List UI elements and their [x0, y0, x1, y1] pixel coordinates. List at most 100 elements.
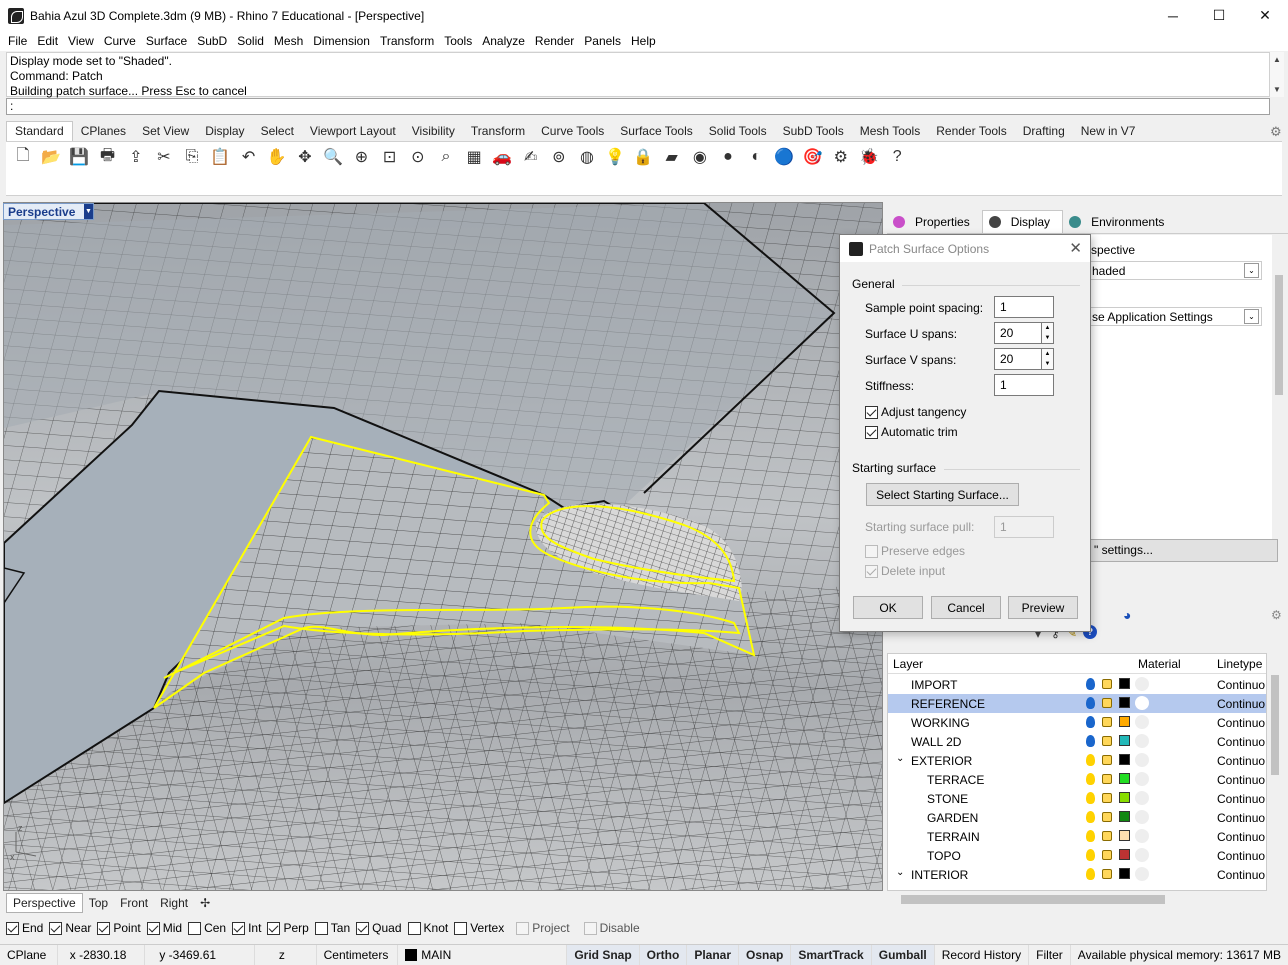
osnap-tan[interactable]: Tan — [314, 921, 350, 935]
panel-tab-display[interactable]: Display — [981, 210, 1064, 233]
toolbar-tab-select[interactable]: Select — [253, 122, 302, 141]
lock-icon[interactable] — [1102, 698, 1112, 708]
open-icon[interactable]: 📂 — [40, 146, 62, 168]
layer-icon[interactable]: ▰ — [661, 146, 683, 168]
layer-color-swatch[interactable] — [1119, 773, 1130, 784]
layer-row-working[interactable]: WORKING Continuo — [888, 713, 1266, 732]
checkbox-box[interactable] — [267, 921, 281, 935]
scroll-down-icon[interactable]: ▼ — [1273, 85, 1281, 94]
lock-icon[interactable] — [1102, 793, 1112, 803]
minimize-button[interactable]: ─ — [1150, 0, 1196, 31]
lock-icon[interactable] — [1102, 755, 1112, 765]
material-swatch[interactable] — [1135, 791, 1149, 805]
menu-panels[interactable]: Panels — [579, 34, 626, 48]
layer-row-garden[interactable]: GARDEN Continuo — [888, 808, 1266, 827]
expand-chevron-icon[interactable]: ⌄ — [896, 867, 904, 878]
undo-icon[interactable]: ↶ — [238, 146, 260, 168]
viewport-title[interactable]: Perspective — [4, 205, 84, 219]
layer-color-swatch[interactable] — [1119, 849, 1130, 860]
osnap-disable[interactable]: Disable — [583, 921, 640, 935]
visibility-bulb-icon[interactable] — [1086, 678, 1095, 690]
menu-surface[interactable]: Surface — [141, 34, 192, 48]
column-material[interactable]: Material — [1138, 657, 1181, 671]
status-toggle-grid-snap[interactable]: Grid Snap — [567, 944, 640, 965]
column-linetype[interactable]: Linetype — [1217, 657, 1262, 671]
layer-color-swatch[interactable] — [1119, 754, 1130, 765]
layer-row-interior[interactable]: ⌄ INTERIOR Continuo — [888, 865, 1266, 884]
lock-icon[interactable] — [1102, 869, 1112, 879]
help-icon[interactable]: ? — [886, 146, 908, 168]
add-view-tab-icon[interactable]: ✢ — [194, 894, 216, 912]
zoom-extents-icon[interactable]: ⊡ — [379, 146, 401, 168]
visibility-bulb-icon[interactable] — [1086, 849, 1095, 861]
toolbar-tab-curve-tools[interactable]: Curve Tools — [533, 122, 612, 141]
layer-color-swatch[interactable] — [1119, 697, 1130, 708]
bug-icon[interactable]: 🐞 — [858, 146, 880, 168]
object-properties-icon[interactable]: ✍ — [520, 146, 542, 168]
checkbox-box[interactable] — [188, 921, 202, 935]
material-icon[interactable]: 🎯 — [802, 146, 824, 168]
lock-icon[interactable] — [1102, 850, 1112, 860]
surface-v-spans-input[interactable]: 20 — [994, 348, 1042, 370]
checkbox-box[interactable] — [6, 921, 19, 935]
toolbar-tab-display[interactable]: Display — [197, 122, 252, 141]
paste-icon[interactable]: 📋 — [209, 146, 231, 168]
scroll-thumb[interactable] — [901, 895, 1165, 904]
chevron-down-icon[interactable]: ⌄ — [1244, 309, 1259, 324]
save-icon[interactable]: 💾 — [68, 146, 90, 168]
select-icon[interactable]: ◍ — [576, 146, 598, 168]
toolbar-tab-set-view[interactable]: Set View — [134, 122, 197, 141]
layer-color-swatch[interactable] — [1119, 830, 1130, 841]
layer-color-swatch[interactable] — [1119, 735, 1130, 746]
toolbar-tab-standard[interactable]: Standard — [6, 121, 73, 141]
spin-up-icon[interactable]: ▲ — [1045, 325, 1051, 331]
render-icon[interactable]: ◕ — [1123, 607, 1131, 623]
osnap-near[interactable]: Near — [49, 921, 91, 935]
app-settings-select[interactable]: se Application Settings ⌄ — [1087, 307, 1262, 326]
layers-gear-icon[interactable]: ⚙ — [1271, 608, 1282, 622]
lock-icon[interactable] — [1102, 831, 1112, 841]
status-toggle-osnap[interactable]: Osnap — [739, 944, 792, 965]
status-toggle-ortho[interactable]: Ortho — [639, 944, 688, 965]
visibility-bulb-icon[interactable] — [1086, 716, 1095, 728]
layer-row-wall-2d[interactable]: WALL 2D Continuo — [888, 732, 1266, 751]
status-toggle-smarttrack[interactable]: SmartTrack — [791, 944, 872, 965]
material-swatch[interactable] — [1135, 715, 1149, 729]
lock-icon[interactable] — [1102, 679, 1112, 689]
visibility-bulb-icon[interactable] — [1086, 773, 1095, 785]
dialog-close-icon[interactable]: ✕ — [1069, 239, 1082, 257]
view-tab-top[interactable]: Top — [83, 894, 114, 912]
pan-icon[interactable]: ✋ — [266, 146, 288, 168]
scroll-thumb[interactable] — [1271, 675, 1279, 775]
new-icon[interactable]: 🗋 — [12, 146, 34, 168]
lock-icon[interactable] — [1102, 736, 1112, 746]
material-swatch[interactable] — [1135, 829, 1149, 843]
checkbox-box[interactable] — [232, 921, 246, 935]
properties-scrollbar[interactable] — [1272, 235, 1286, 535]
toolbar-tab-transform[interactable]: Transform — [463, 122, 533, 141]
layer-color-swatch[interactable] — [1119, 678, 1130, 689]
status-toggle-planar[interactable]: Planar — [687, 944, 740, 965]
cut-icon[interactable]: ✂ — [153, 146, 175, 168]
chevron-down-icon[interactable]: ⌄ — [1244, 263, 1259, 278]
checkbox-box[interactable] — [454, 921, 468, 935]
osnap-project[interactable]: Project — [516, 921, 570, 935]
print-icon[interactable]: 🖶 — [97, 146, 119, 168]
menu-render[interactable]: Render — [530, 34, 579, 48]
shaded-sphere-icon[interactable]: ● — [717, 146, 739, 168]
checkbox-box[interactable] — [516, 921, 530, 935]
osnap-cen[interactable]: Cen — [188, 921, 226, 935]
osnap-knot[interactable]: Knot — [407, 921, 448, 935]
checkbox-box[interactable] — [865, 405, 878, 419]
perspective-viewport[interactable] — [3, 202, 883, 891]
status-record-history[interactable]: Record History — [935, 944, 1030, 965]
zoom-window-icon[interactable]: ⊕ — [350, 146, 372, 168]
copy-icon[interactable]: ⎘ — [181, 146, 203, 168]
material-swatch[interactable] — [1135, 772, 1149, 786]
layer-row-topo[interactable]: TOPO Continuo — [888, 846, 1266, 865]
layer-row-terrain[interactable]: TERRAIN Continuo — [888, 827, 1266, 846]
menu-mesh[interactable]: Mesh — [269, 34, 308, 48]
lock-icon[interactable] — [1102, 717, 1112, 727]
rendered-sphere-icon[interactable]: ◐ — [745, 146, 767, 168]
osnap-int[interactable]: Int — [232, 921, 261, 935]
